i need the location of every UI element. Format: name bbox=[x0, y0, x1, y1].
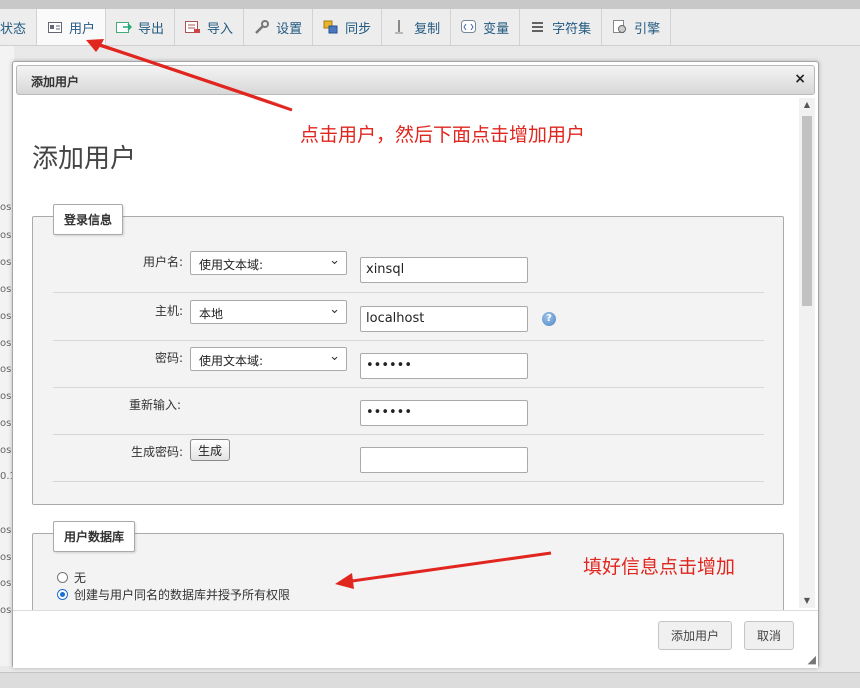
background-row: os bbox=[0, 391, 12, 402]
generated-password-input[interactable] bbox=[360, 447, 528, 473]
page-title: 添加用户 bbox=[32, 144, 137, 174]
tab-label: 同步 bbox=[345, 21, 372, 37]
username-row: 用户名: 使用文本域: xinsql bbox=[53, 244, 764, 293]
login-info-fieldset: 登录信息 用户名: 使用文本域: xinsql 主机: 本地 localhost… bbox=[32, 204, 784, 505]
background-row: os bbox=[0, 552, 12, 563]
resize-grip-icon[interactable]: ◢ bbox=[808, 653, 816, 666]
user-database-legend: 用户数据库 bbox=[53, 521, 136, 552]
background-row: os bbox=[0, 605, 12, 616]
retype-row: 重新输入: •••••• bbox=[53, 387, 764, 435]
background-row: os bbox=[0, 311, 12, 322]
tab-status[interactable]: 状态 bbox=[0, 9, 38, 45]
scroll-up-icon[interactable]: ▲ bbox=[799, 98, 815, 112]
help-icon[interactable]: ? bbox=[542, 312, 556, 326]
dialog-body: 添加用户 登录信息 用户名: 使用文本域: xinsql 主机: 本地 loca… bbox=[13, 96, 799, 610]
tab-import[interactable]: 导入 bbox=[175, 9, 245, 45]
tab-label: 变量 bbox=[483, 21, 510, 37]
background-row: os bbox=[0, 338, 12, 349]
dialog-title: 添加用户 bbox=[31, 75, 80, 89]
generate-label: 生成密码: bbox=[130, 445, 183, 459]
background-row: 0.1 bbox=[0, 471, 12, 482]
tab-settings[interactable]: 设置 bbox=[244, 9, 314, 45]
tab-label: 导入 bbox=[207, 21, 234, 37]
radio-none[interactable] bbox=[57, 572, 68, 583]
select-value: 使用文本域: bbox=[199, 354, 264, 368]
option-create-db[interactable]: 创建与用户同名的数据库并授予所有权限 bbox=[57, 586, 290, 603]
tab-export[interactable]: 导出 bbox=[106, 9, 176, 45]
background-row: os bbox=[0, 364, 12, 375]
tab-engines[interactable]: 引擎 bbox=[602, 9, 672, 45]
add-user-button[interactable]: 添加用户 bbox=[658, 621, 733, 650]
tab-label: 用户 bbox=[69, 21, 96, 37]
charset-icon bbox=[530, 20, 546, 34]
select-value: 本地 bbox=[199, 307, 224, 321]
radio-create-db[interactable] bbox=[57, 589, 68, 600]
tab-label: 复制 bbox=[414, 21, 441, 37]
retype-password-input[interactable]: •••••• bbox=[360, 400, 528, 426]
password-label: 密码: bbox=[154, 351, 183, 365]
background-row: os bbox=[0, 578, 12, 589]
main-tabs: 状态 用户 导出 导入 设置 同步 复制 变量 字符集 引擎 bbox=[0, 9, 860, 46]
cancel-button[interactable]: 取消 bbox=[744, 621, 795, 650]
host-mode-select[interactable]: 本地 bbox=[190, 300, 347, 324]
dialog-titlebar[interactable]: 添加用户 × bbox=[16, 65, 815, 95]
tab-label: 状态 bbox=[0, 21, 27, 37]
annotation-bottom: 填好信息点击增加 bbox=[583, 556, 736, 578]
option-create-db-label: 创建与用户同名的数据库并授予所有权限 bbox=[74, 588, 291, 602]
export-icon bbox=[116, 20, 133, 34]
generate-row: 生成密码: 生成 bbox=[53, 434, 764, 482]
username-mode-select[interactable]: 使用文本域: bbox=[190, 251, 347, 275]
tab-label: 引擎 bbox=[634, 21, 661, 37]
option-none[interactable]: 无 bbox=[57, 569, 86, 586]
host-label: 主机: bbox=[154, 304, 183, 318]
background-row: os bbox=[0, 202, 12, 213]
import-icon bbox=[185, 20, 201, 34]
annotation-top: 点击用户，然后下面点击增加用户 bbox=[300, 124, 586, 146]
scroll-thumb[interactable] bbox=[802, 116, 812, 306]
tab-variables[interactable]: 变量 bbox=[451, 9, 521, 45]
password-row: 密码: 使用文本域: •••••• bbox=[53, 340, 764, 388]
wrench-icon bbox=[254, 20, 270, 34]
sync-icon bbox=[323, 20, 339, 34]
password-mode-select[interactable]: 使用文本域: bbox=[190, 347, 347, 371]
password-input[interactable]: •••••• bbox=[360, 353, 528, 379]
background-row: os bbox=[0, 525, 12, 536]
background-row: os bbox=[0, 445, 12, 456]
tab-users[interactable]: 用户 bbox=[37, 9, 107, 45]
users-icon bbox=[47, 20, 63, 34]
variables-icon bbox=[461, 20, 477, 34]
background-row: os bbox=[0, 230, 12, 241]
dialog-scrollbar[interactable]: ▲ ▼ bbox=[799, 98, 815, 608]
tab-sync[interactable]: 同步 bbox=[313, 9, 383, 45]
tab-label: 导出 bbox=[138, 21, 165, 37]
close-icon[interactable]: × bbox=[794, 71, 806, 87]
tab-charset[interactable]: 字符集 bbox=[520, 9, 603, 45]
host-row: 主机: 本地 localhost ? bbox=[53, 293, 764, 341]
tab-replication[interactable]: 复制 bbox=[382, 9, 452, 45]
login-info-legend: 登录信息 bbox=[53, 204, 124, 235]
retype-label: 重新输入: bbox=[128, 398, 181, 412]
background-row: os bbox=[0, 284, 12, 295]
scroll-down-icon[interactable]: ▼ bbox=[799, 594, 815, 608]
option-none-label: 无 bbox=[74, 571, 87, 585]
select-value: 使用文本域: bbox=[199, 258, 264, 272]
background-row: os bbox=[0, 418, 12, 429]
dialog-footer: 添加用户 取消 ◢ bbox=[13, 610, 818, 668]
username-input[interactable]: xinsql bbox=[360, 257, 528, 283]
username-label: 用户名: bbox=[142, 255, 183, 269]
replication-icon bbox=[392, 20, 408, 34]
generate-button[interactable]: 生成 bbox=[190, 439, 231, 461]
tab-label: 字符集 bbox=[552, 21, 592, 37]
tab-label: 设置 bbox=[276, 21, 303, 37]
bottom-bar bbox=[0, 672, 860, 688]
background-row: os bbox=[0, 257, 12, 268]
host-input[interactable]: localhost bbox=[360, 306, 528, 332]
engine-icon bbox=[612, 20, 628, 34]
